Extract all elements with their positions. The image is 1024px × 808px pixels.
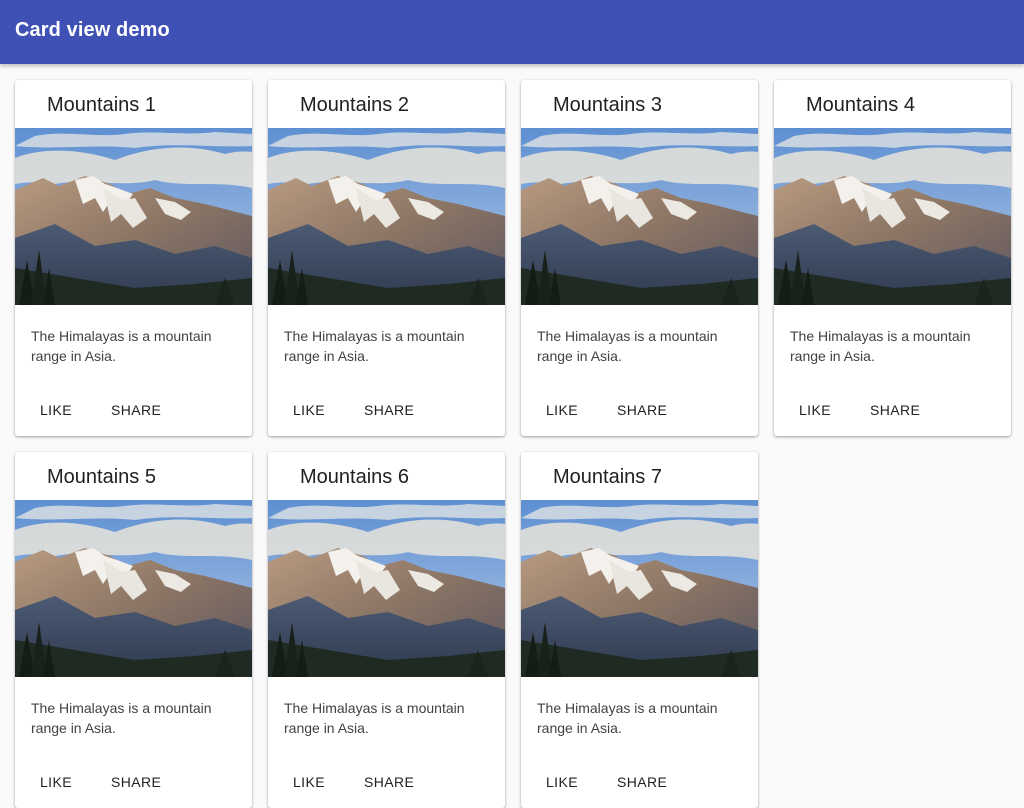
card: Mountains 7 The Himalayas is a mountain … [521,452,758,808]
mountain-image [15,128,252,305]
card-title: Mountains 4 [806,94,915,116]
mountain-image [15,500,252,677]
card: Mountains 3 The Himalayas is a mountain … [521,80,758,436]
mountain-image [268,128,505,305]
card: Mountains 1 The Himalayas is a mountain … [15,80,252,436]
card-description: The Himalayas is a mountain range in Asi… [284,700,465,736]
app-bar: Card view demo [0,0,1024,64]
like-button[interactable]: LIKE [31,394,81,426]
card-description: The Himalayas is a mountain range in Asi… [31,700,212,736]
app-title: Card view demo [15,19,170,41]
share-button[interactable]: SHARE [608,394,676,426]
card-title: Mountains 3 [553,94,662,116]
share-button[interactable]: SHARE [861,394,929,426]
card-description: The Himalayas is a mountain range in Asi… [537,328,718,364]
card-description: The Himalayas is a mountain range in Asi… [284,328,465,364]
like-button[interactable]: LIKE [537,394,587,426]
mountain-image [521,500,758,677]
card-description: The Himalayas is a mountain range in Asi… [31,328,212,364]
mountain-image [521,128,758,305]
mountain-image [774,128,1011,305]
card: Mountains 2 The Himalayas is a mountain … [268,80,505,436]
card-description: The Himalayas is a mountain range in Asi… [790,328,971,364]
card: Mountains 6 The Himalayas is a mountain … [268,452,505,808]
share-button[interactable]: SHARE [608,766,676,798]
card-grid: Mountains 1 The Himalayas is a mountain … [15,80,1015,808]
card-title: Mountains 5 [47,466,156,488]
card-description: The Himalayas is a mountain range in Asi… [537,700,718,736]
card: Mountains 4 The Himalayas is a mountain … [774,80,1011,436]
card-title: Mountains 1 [47,94,156,116]
card-title: Mountains 2 [300,94,409,116]
card-title: Mountains 6 [300,466,409,488]
share-button[interactable]: SHARE [102,394,170,426]
share-button[interactable]: SHARE [355,394,423,426]
like-button[interactable]: LIKE [284,766,334,798]
like-button[interactable]: LIKE [31,766,81,798]
share-button[interactable]: SHARE [355,766,423,798]
share-button[interactable]: SHARE [102,766,170,798]
like-button[interactable]: LIKE [790,394,840,426]
card-title: Mountains 7 [553,466,662,488]
like-button[interactable]: LIKE [284,394,334,426]
mountain-image [268,500,505,677]
card: Mountains 5 The Himalayas is a mountain … [15,452,252,808]
like-button[interactable]: LIKE [537,766,587,798]
